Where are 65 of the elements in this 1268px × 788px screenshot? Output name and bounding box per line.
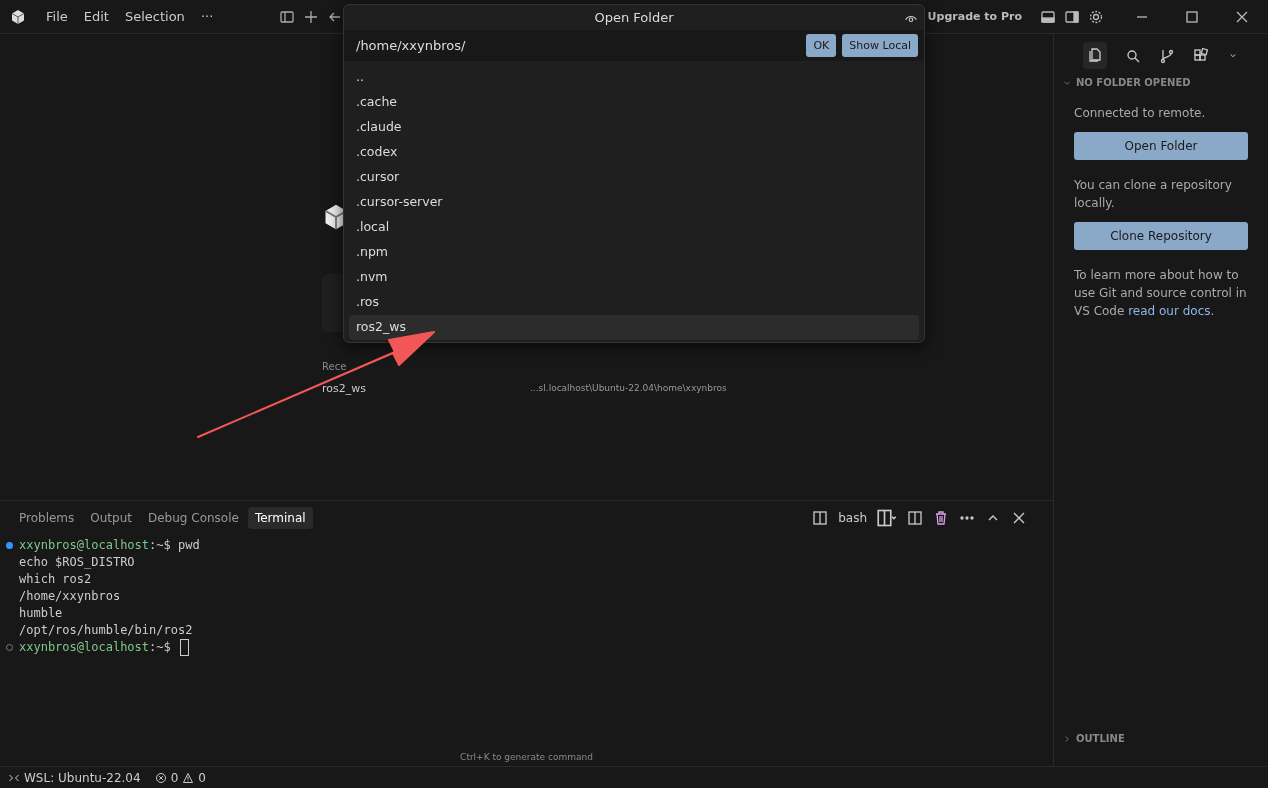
menu-item[interactable]: Edit (77, 7, 115, 26)
folder-item[interactable]: .codex (349, 140, 919, 165)
recent-label: Rece (322, 361, 347, 372)
error-icon (154, 771, 167, 784)
folder-item[interactable]: ros2_ws (349, 315, 919, 340)
sidebar-text: You can clone a repository locally. (1074, 177, 1233, 212)
open-folder-button[interactable]: Open Folder (1074, 132, 1248, 160)
settings-icon[interactable] (1088, 8, 1104, 25)
sidebar-text: To learn more about how to use Git and source control in VS Code read our docs. (1074, 267, 1248, 320)
path-field[interactable]: /home/xxynbros/ (356, 38, 801, 53)
terminal-output-line: echo $ROS_DISTRO (19, 554, 135, 571)
explorer-tab[interactable] (1083, 42, 1107, 69)
folder-item[interactable]: .cache (349, 90, 919, 115)
plus-icon[interactable] (303, 8, 320, 25)
maximize-icon[interactable] (1184, 8, 1200, 25)
terminal-output-line: /opt/ros/humble/bin/ros2 (19, 622, 193, 639)
panel-tab[interactable]: Output (83, 507, 139, 529)
folder-item[interactable]: .ros (349, 290, 919, 315)
split-terminal-icon[interactable] (907, 510, 923, 526)
search-icon[interactable] (1125, 47, 1141, 64)
panel-tab[interactable]: Debug Console (141, 507, 246, 529)
close-icon[interactable] (1011, 510, 1027, 526)
panel-toggle-icon[interactable] (1040, 8, 1056, 25)
split-icon[interactable] (812, 510, 829, 526)
folder-item[interactable]: .nvm (349, 265, 919, 290)
panel-tab[interactable]: Problems (12, 507, 82, 529)
dialog-button[interactable]: OK (806, 34, 837, 57)
sidebar-text: Connected to remote. (1074, 105, 1207, 122)
panel-tab[interactable]: Terminal (247, 507, 313, 529)
folder-item[interactable]: .npm (349, 240, 919, 265)
sidebar-toggle-icon[interactable] (279, 8, 296, 25)
terminal-prompt: xxynbros@localhost:~$ pwd (19, 537, 200, 554)
folder-item[interactable]: .claude (349, 115, 919, 140)
terminal-output-line: /home/xxynbros (19, 588, 121, 605)
app-logo-icon (10, 8, 26, 25)
terminal-output-line: humble (19, 605, 63, 622)
source-control-icon[interactable] (1159, 47, 1175, 64)
problems-indicator[interactable]: 0 0 (154, 770, 206, 785)
terminal-prompt: xxynbros@localhost:~$ (19, 639, 172, 656)
docs-link[interactable]: read our docs (1128, 304, 1211, 318)
terminal-output-line: which ros2 (19, 571, 92, 588)
clone-repository-button[interactable]: Clone Repository (1074, 222, 1248, 250)
upgrade-button[interactable]: Upgrade to Pro (921, 9, 1028, 24)
menu-item[interactable]: ··· (194, 7, 220, 26)
terminal-hint: Ctrl+K to generate command (460, 752, 593, 762)
secondary-sidebar-icon[interactable] (1064, 8, 1080, 25)
folder-item[interactable]: .local (349, 215, 919, 240)
files-icon (1087, 46, 1103, 62)
trash-icon[interactable] (933, 510, 949, 526)
warning-icon (182, 771, 195, 784)
section-header[interactable]: NO FOLDER OPENED (1076, 77, 1191, 88)
folder-item[interactable]: .cursor (349, 165, 919, 190)
menu-item[interactable]: File (40, 7, 74, 26)
folder-item[interactable]: .cursor-server (349, 190, 919, 215)
remote-indicator[interactable]: WSL: Ubuntu-22.04 (8, 770, 141, 785)
recent-project-link[interactable]: ros2_ws (322, 382, 366, 395)
extensions-icon[interactable] (1193, 47, 1209, 64)
dialog-button[interactable]: Show Local (842, 34, 918, 57)
dialog-title: Open Folder (594, 10, 674, 25)
menu-item[interactable]: Selection (118, 7, 191, 26)
terminal-profile-label[interactable]: bash (838, 511, 867, 525)
section-header[interactable]: OUTLINE (1076, 733, 1125, 744)
folder-item[interactable]: .. (349, 65, 919, 90)
split-dropdown-icon[interactable] (877, 508, 897, 528)
recent-project-path: ...sl.localhost\Ubuntu-22.04\home\xxynbros (530, 383, 727, 393)
